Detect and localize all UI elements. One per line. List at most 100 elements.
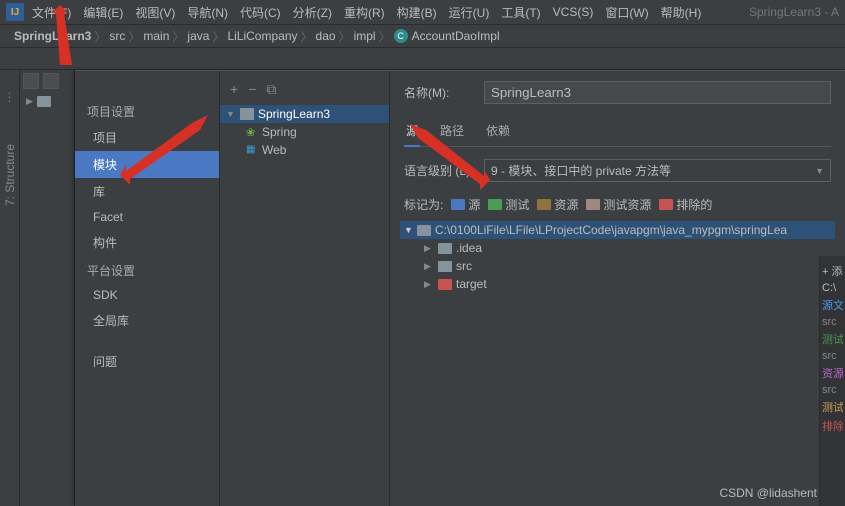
menu-analyze[interactable]: 分析(Z) [293,4,332,21]
menu-vcs[interactable]: VCS(S) [553,5,594,19]
test-path: src [822,350,843,362]
tab-paths[interactable]: 路径 [438,118,466,146]
mark-excluded[interactable]: 排除的 [659,196,712,213]
crumb-src[interactable]: src [109,29,125,43]
menu-run[interactable]: 运行(U) [449,4,490,21]
crumb-dao[interactable]: dao [316,29,336,43]
menu-build[interactable]: 构建(B) [397,4,437,21]
crumb-java[interactable]: java [187,29,209,43]
sidebar-item-libraries[interactable]: 库 [75,178,219,205]
menu-file[interactable]: 文件(F) [32,4,71,21]
chevron-down-icon[interactable]: ▼ [226,109,236,119]
sidebar-item-artifacts[interactable]: 构件 [75,229,219,256]
add-content-root[interactable]: + 添 [822,263,843,279]
left-gutter: ⋮ 7: Structure [0,70,20,506]
sidebar-item-modules[interactable]: 模块 [75,151,219,178]
sidebar-item-problems[interactable]: 问题 [75,348,219,375]
chevron-right-icon[interactable]: ▶ [424,279,434,290]
menu-refactor[interactable]: 重构(R) [344,4,385,21]
chevron-right-icon[interactable]: ▶ [424,243,434,254]
folder-icon [438,279,452,290]
folder-icon [438,261,452,272]
folder-target[interactable]: ▶ target [404,275,831,293]
menu-code[interactable]: 代码(C) [240,4,281,21]
facet-node-spring[interactable]: ❀ Spring [220,123,389,141]
folder-icon [488,199,502,210]
tool-button-icon[interactable] [23,73,39,89]
mark-sources[interactable]: 源 [451,196,480,213]
crumb-project[interactable]: SpringLearn3 [14,29,91,43]
content-root[interactable]: ▼ C:\0100LiFile\LFile\LProjectCode\javap… [400,221,835,239]
menu-navigate[interactable]: 导航(N) [187,4,228,21]
folder-icon [37,96,51,107]
menubar: IJ 文件(F) 编辑(E) 视图(V) 导航(N) 代码(C) 分析(Z) 重… [0,0,845,25]
module-name-input[interactable] [484,81,831,104]
group-project-settings: 项目设置 [75,97,219,124]
sidebar-item-facets[interactable]: Facet [75,205,219,229]
chevron-down-icon: ▼ [815,166,824,176]
remove-icon[interactable]: − [248,81,256,97]
crumb-company[interactable]: LiLiCompany [227,29,297,43]
module-list-panel: + − ⧉ ▼ SpringLearn3 ❀ Spring ▦ Web [220,71,390,506]
module-tree: ▼ SpringLearn3 ❀ Spring ▦ Web [220,101,389,163]
add-icon[interactable]: + [230,81,238,97]
window-title: SpringLearn3 - A [749,5,839,19]
resource-folder-label: 资源 [822,365,843,381]
module-name: SpringLearn3 [258,107,330,121]
menu-view[interactable]: 视图(V) [135,4,175,21]
folder-icon [438,243,452,254]
facet-label: Web [262,143,286,157]
web-icon: ▦ [246,144,258,156]
mark-as-label: 标记为: [404,196,443,213]
crumb-class[interactable]: AccountDaoImpl [412,29,500,43]
content-root-path: C:\0100LiFile\LFile\LProjectCode\javapgm… [435,223,787,237]
folder-src[interactable]: ▶ src [404,257,831,275]
structure-tool-button[interactable]: 7: Structure [3,144,17,206]
excluded-label: 排除 [822,418,843,434]
dropdown-value: 9 - 模块、接口中的 private 方法等 [491,162,671,179]
sidebar-item-sdk[interactable]: SDK [75,283,219,307]
facet-label: Spring [262,125,297,139]
crumb-impl[interactable]: impl [354,29,376,43]
folder-icon [586,199,600,210]
copy-icon[interactable]: ⧉ [266,81,276,98]
src-path: src [822,316,843,328]
gutter-dots-icon[interactable]: ⋮ [4,90,16,104]
language-level-dropdown[interactable]: 9 - 模块、接口中的 private 方法等 ▼ [484,159,831,182]
watermark: CSDN @lidashent [719,486,817,500]
chevron-down-icon[interactable]: ▼ [404,225,413,235]
tab-sources[interactable]: 源 [404,118,420,147]
mark-test-resources[interactable]: 测试资源 [586,196,651,213]
sidebar-item-project[interactable]: 项目 [75,124,219,151]
spring-icon: ❀ [246,126,258,138]
module-icon [240,108,254,120]
chevron-right-icon[interactable]: ▶ [424,261,434,272]
name-label: 名称(M): [404,84,474,101]
module-list-toolbar: + − ⧉ [220,77,389,101]
group-platform-settings: 平台设置 [75,256,219,283]
breadcrumb: SpringLearn3〉 src〉 main〉 java〉 LiLiCompa… [0,25,845,48]
mark-resources[interactable]: 资源 [537,196,578,213]
path-label: C:\ [822,282,843,294]
facet-node-web[interactable]: ▦ Web [220,141,389,159]
folder-icon [659,199,673,210]
tool-button-icon[interactable] [43,73,59,89]
folder-idea[interactable]: ▶ .idea [404,239,831,257]
tab-dependencies[interactable]: 依赖 [484,118,512,146]
language-level-label: 语言级别 (L): [404,162,474,179]
dialog-sidebar: 项目设置 项目 模块 库 Facet 构件 平台设置 SDK 全局库 问题 [75,71,220,506]
mark-tests[interactable]: 测试 [488,196,529,213]
resource-path: src [822,384,843,396]
menu-help[interactable]: 帮助(H) [661,4,702,21]
class-icon: C [394,29,408,43]
expand-icon[interactable]: ▶ [26,96,33,107]
menu-tools[interactable]: 工具(T) [501,4,540,21]
test-folder-label: 测试 [822,331,843,347]
menu-edit[interactable]: 编辑(E) [83,4,123,21]
content-root-tree: ▼ C:\0100LiFile\LFile\LProjectCode\javap… [404,221,831,293]
menu-window[interactable]: 窗口(W) [605,4,648,21]
crumb-main[interactable]: main [143,29,169,43]
sidebar-item-global-lib[interactable]: 全局库 [75,307,219,334]
module-node-root[interactable]: ▼ SpringLearn3 [220,105,389,123]
project-structure-dialog: 项目设置 项目 模块 库 Facet 构件 平台设置 SDK 全局库 问题 + … [75,70,845,506]
